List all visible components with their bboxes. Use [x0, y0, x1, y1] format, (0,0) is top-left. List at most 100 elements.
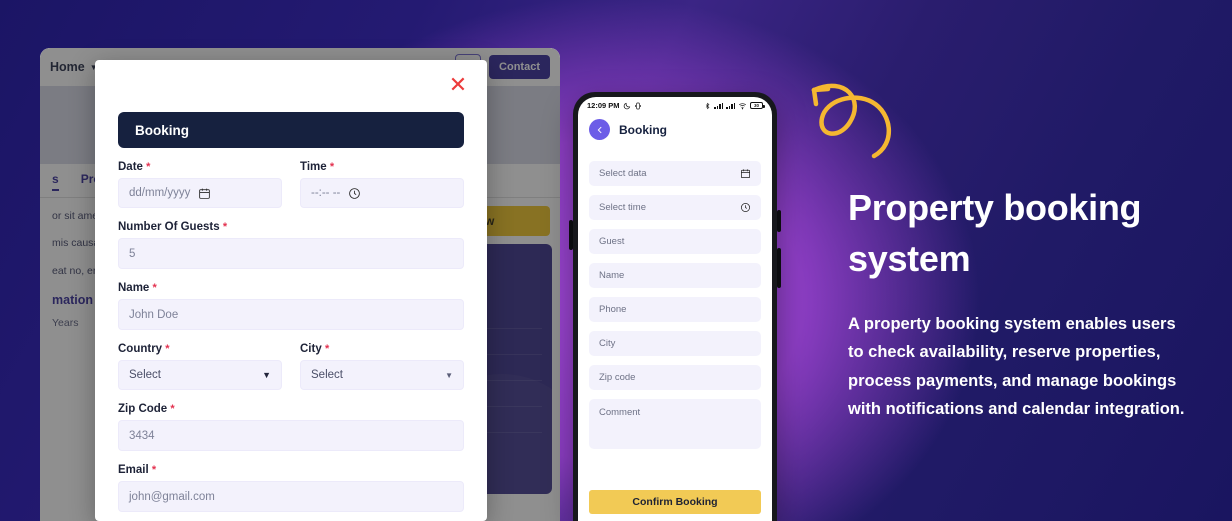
- phone-field-city[interactable]: City: [589, 331, 761, 356]
- required-mark: *: [329, 161, 335, 173]
- label-guests-text: Number Of Guests: [118, 221, 220, 233]
- phone-mockup: 12:09 PM 30 Booking Select data Select t…: [573, 92, 777, 521]
- clock-icon[interactable]: [740, 202, 751, 213]
- field-group-zip: Zip Code * 3434: [118, 403, 464, 451]
- phone-field-label: Select data: [599, 168, 647, 179]
- battery-icon: 30: [750, 102, 765, 109]
- country-city-row: Country * Select ▼ City * Select ▼: [118, 330, 464, 390]
- field-group-guests: Number Of Guests * 5: [118, 221, 464, 269]
- label-country: Country *: [118, 343, 282, 355]
- phone-field-label: Zip code: [599, 372, 636, 383]
- field-group-time: Time * --:-- --: [300, 161, 464, 208]
- guests-input[interactable]: 5: [118, 238, 464, 269]
- label-country-text: Country: [118, 343, 163, 355]
- back-button[interactable]: [589, 119, 610, 140]
- label-name: Name *: [118, 282, 464, 294]
- phone-side-button-right-top[interactable]: [777, 210, 781, 232]
- field-group-email: Email * john@gmail.com: [118, 464, 464, 512]
- confirm-booking-button[interactable]: Confirm Booking: [589, 490, 761, 514]
- city-select-value: Select: [311, 369, 343, 381]
- phone-field-label: Name: [599, 270, 625, 281]
- required-mark: *: [165, 343, 170, 355]
- phone-field-phone[interactable]: Phone: [589, 297, 761, 322]
- label-city-text: City: [300, 343, 322, 355]
- clock-icon[interactable]: [348, 187, 361, 200]
- calendar-icon[interactable]: [198, 187, 211, 200]
- time-input-placeholder: --:-- --: [311, 187, 341, 199]
- date-input-placeholder: dd/mm/yyyy: [129, 187, 191, 199]
- field-group-country: Country * Select ▼: [118, 343, 282, 390]
- email-input-placeholder: john@gmail.com: [129, 490, 215, 503]
- page-description: A property booking system enables users …: [848, 315, 1185, 419]
- city-select[interactable]: Select ▼: [300, 360, 464, 390]
- zip-input[interactable]: 3434: [118, 420, 464, 451]
- phone-field-label: Comment: [599, 407, 641, 418]
- phone-field-guest[interactable]: Guest: [589, 229, 761, 254]
- signal-bars-icon: [714, 102, 723, 109]
- phone-field-select-time[interactable]: Select time: [589, 195, 761, 220]
- country-select-value: Select: [129, 369, 161, 381]
- calendar-icon[interactable]: [740, 168, 751, 179]
- chevron-down-icon: ▼: [445, 370, 453, 380]
- wifi-icon: [738, 102, 747, 109]
- label-zip-text: Zip Code: [118, 403, 168, 415]
- country-select[interactable]: Select ▼: [118, 360, 282, 390]
- label-date-text: Date: [118, 161, 143, 173]
- label-time: Time *: [300, 161, 464, 173]
- time-input[interactable]: --:-- --: [300, 178, 464, 208]
- label-email-text: Email: [118, 464, 149, 476]
- phone-field-label: Phone: [599, 304, 627, 315]
- phone-field-select-data[interactable]: Select data: [589, 161, 761, 186]
- required-mark: *: [170, 403, 175, 415]
- bluetooth-icon: [705, 102, 710, 109]
- phone-field-name[interactable]: Name: [589, 263, 761, 288]
- booking-modal: ✕ Booking Date * dd/mm/yyyy Time * --:--…: [95, 60, 487, 521]
- chevron-left-icon: [597, 126, 602, 133]
- label-date: Date *: [118, 161, 282, 173]
- poster-stage: Home ▼ Contact s Prope or sit amet, n si…: [0, 0, 1232, 521]
- field-group-date: Date * dd/mm/yyyy: [118, 161, 282, 208]
- name-input[interactable]: John Doe: [118, 299, 464, 330]
- phone-field-zip-code[interactable]: Zip code: [589, 365, 761, 390]
- page-title: Property booking system: [848, 187, 1142, 280]
- phone-field-label: City: [599, 338, 616, 349]
- required-mark: *: [222, 221, 228, 233]
- signal-bars-icon: [726, 102, 735, 109]
- required-mark: *: [151, 464, 157, 476]
- status-left: 12:09 PM: [587, 101, 642, 110]
- label-city: City *: [300, 343, 464, 355]
- vibrate-icon: [634, 102, 641, 109]
- required-mark: *: [152, 282, 157, 294]
- phone-page-title: Booking: [619, 122, 667, 137]
- required-mark: *: [146, 161, 151, 173]
- phone-status-bar: 12:09 PM 30: [578, 97, 772, 114]
- phone-side-button-right-bottom[interactable]: [777, 248, 781, 288]
- label-guests: Number Of Guests *: [118, 221, 464, 233]
- status-time: 12:09 PM: [587, 101, 620, 110]
- email-input[interactable]: john@gmail.com: [118, 481, 464, 512]
- modal-header: Booking: [118, 112, 464, 148]
- close-icon[interactable]: ✕: [447, 74, 469, 96]
- phone-field-comment[interactable]: Comment: [589, 399, 761, 449]
- label-time-text: Time: [300, 161, 327, 173]
- date-time-row: Date * dd/mm/yyyy Time * --:-- --: [118, 148, 464, 208]
- phone-field-label: Guest: [599, 236, 625, 247]
- date-input[interactable]: dd/mm/yyyy: [118, 178, 282, 208]
- modal-title: Booking: [135, 122, 189, 138]
- phone-field-label: Select time: [599, 202, 646, 213]
- moon-icon: [623, 102, 630, 109]
- guests-input-placeholder: 5: [129, 247, 136, 260]
- label-name-text: Name: [118, 282, 150, 294]
- status-right: 30: [704, 102, 765, 110]
- field-group-name: Name * John Doe: [118, 282, 464, 330]
- swirl-arrow-icon: [806, 78, 936, 178]
- phone-app-header: Booking: [578, 114, 772, 150]
- phone-footer: Confirm Booking: [578, 490, 772, 521]
- label-zip: Zip Code *: [118, 403, 464, 415]
- field-group-city: City * Select ▼: [300, 343, 464, 390]
- zip-input-placeholder: 3434: [129, 429, 155, 442]
- required-mark: *: [324, 343, 330, 355]
- chevron-down-icon: ▼: [262, 370, 271, 380]
- phone-form: Select data Select time Guest Name Phone: [578, 150, 772, 490]
- name-input-placeholder: John Doe: [129, 308, 179, 321]
